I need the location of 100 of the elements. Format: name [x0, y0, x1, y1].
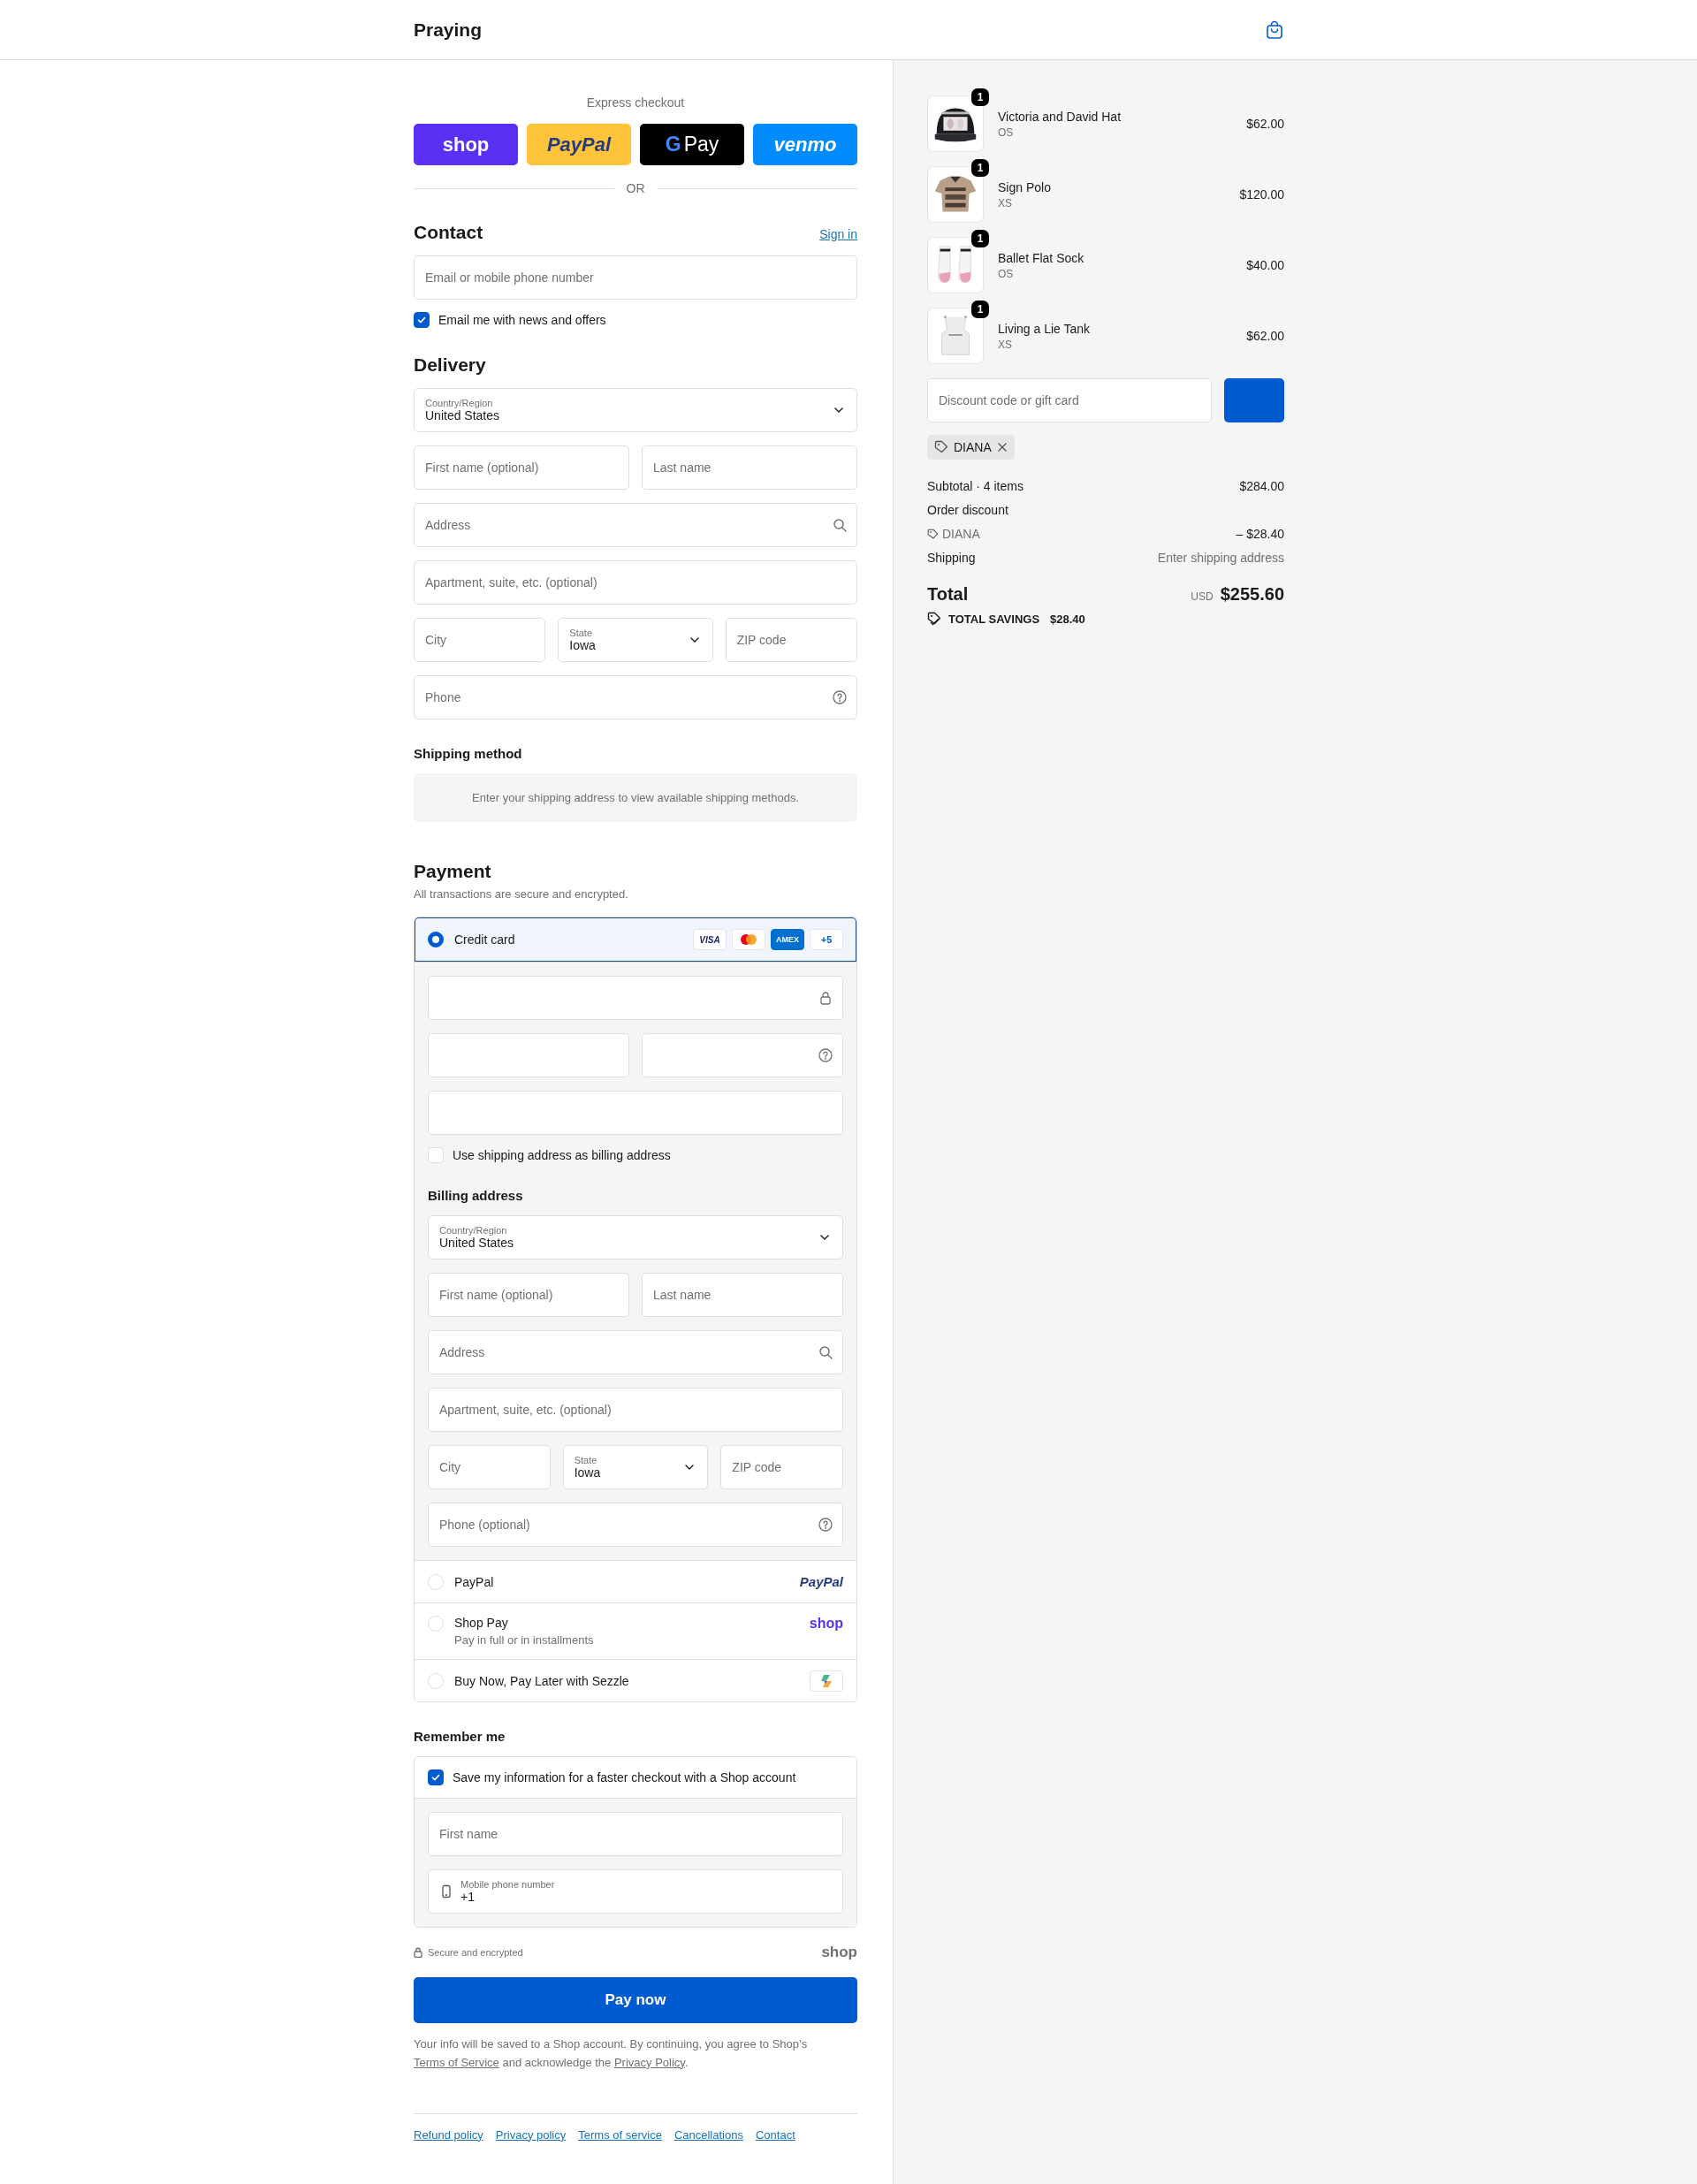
field-value: Iowa: [574, 1465, 602, 1480]
product-price: $62.00: [1246, 329, 1284, 343]
checkbox-label: Save my information for a faster checkout with a Shop account: [453, 1770, 796, 1784]
product-name: Victoria and David Hat: [998, 109, 1122, 124]
quantity-badge: 1: [971, 230, 989, 247]
discount-field[interactable]: Discount code or gift card: [927, 378, 1212, 422]
line-label: Shipping: [927, 551, 976, 565]
line-label: Order discount: [927, 503, 1008, 517]
section-subtitle: All transactions are secure and encrypted.: [414, 887, 629, 901]
currency-code: USD: [1191, 590, 1214, 603]
input-field[interactable]: [428, 976, 843, 1020]
total-label: Total: [927, 584, 969, 605]
quantity-badge: 1: [971, 159, 989, 177]
select-field[interactable]: Country/Region United States: [414, 388, 857, 432]
field-label: Country/Region: [425, 398, 494, 408]
search-icon: [818, 1345, 833, 1359]
section-title: Billing address: [428, 1188, 524, 1203]
help-icon: [818, 1518, 833, 1532]
footer-link[interactable]: Contact: [755, 2127, 795, 2142]
product-name: Sign Polo: [998, 179, 1052, 194]
footer-link[interactable]: Privacy policy: [495, 2127, 567, 2142]
field-label: State: [569, 628, 593, 638]
section-title: Delivery: [414, 354, 487, 376]
quantity-badge: 1: [971, 301, 989, 318]
input-field[interactable]: First name (optional): [414, 445, 629, 490]
shipping-notice: Enter your shipping address to view available shipping methods.: [414, 773, 857, 822]
line-value: – $28.40: [1236, 527, 1284, 541]
field-label: State: [574, 1455, 598, 1465]
paypal-button[interactable]: PayPal: [527, 124, 631, 165]
line-value: $284.00: [1239, 479, 1284, 493]
input-field[interactable]: Phone: [414, 675, 857, 719]
select-field[interactable]: State Iowa: [558, 618, 713, 662]
mobile-phone-icon: [439, 1884, 453, 1899]
line-value: Enter shipping address: [1157, 551, 1284, 565]
checkmark-icon: [416, 315, 427, 325]
option-sublabel: Pay in full or in installments: [454, 1633, 595, 1647]
payment-option[interactable]: Credit card VISA AMEX +5: [415, 917, 856, 962]
option-label: Buy Now, Pay Later with Sezzle: [454, 1673, 630, 1688]
lock-icon: [414, 1947, 422, 1958]
close-icon[interactable]: [996, 442, 1008, 453]
sign-in-link[interactable]: Sign in: [819, 227, 857, 241]
shop-logo: shop: [821, 1944, 857, 1961]
phone-field[interactable]: Mobile phone number +1: [428, 1869, 843, 1914]
input-field[interactable]: City: [428, 1445, 551, 1489]
shop-logo: shop: [809, 1616, 843, 1632]
input-field[interactable]: [428, 1033, 629, 1077]
select-field[interactable]: State Iowa: [562, 1445, 709, 1489]
help-icon: [833, 690, 847, 704]
checkbox-label: Use shipping address as billing address: [453, 1148, 671, 1162]
shop-button[interactable]: shop: [414, 124, 518, 165]
more-cards-badge: +5: [810, 929, 843, 950]
link[interactable]: Privacy Policy: [613, 2055, 685, 2069]
input-field[interactable]: Last name: [642, 445, 857, 490]
input-field[interactable]: Email or mobile phone number: [414, 255, 857, 300]
payment-option[interactable]: Buy Now, Pay Later with Sezzle: [415, 1659, 856, 1701]
input-field[interactable]: Phone (optional): [428, 1503, 843, 1547]
footer-link[interactable]: Refund policy: [414, 2127, 483, 2142]
select-field[interactable]: Country/Region United States: [428, 1215, 843, 1259]
input-field[interactable]: ZIP code: [720, 1445, 843, 1489]
product-name: Ballet Flat Sock: [998, 250, 1085, 265]
input-field[interactable]: First name (optional): [428, 1273, 629, 1317]
section-label: Express checkout: [585, 95, 686, 110]
radio-button[interactable]: [428, 932, 444, 947]
footer-link[interactable]: Cancellations: [673, 2127, 743, 2142]
footer-link[interactable]: Terms of service: [578, 2127, 662, 2142]
input-field[interactable]: Address: [428, 1330, 843, 1374]
google-pay-button[interactable]: G Pay: [640, 124, 744, 165]
secure-note: Secure and encrypted: [428, 1947, 523, 1958]
input-field[interactable]: [642, 1033, 843, 1077]
section-title: Remember me: [414, 1729, 506, 1744]
savings-value: $28.40: [1050, 612, 1085, 626]
checkbox[interactable]: [414, 312, 430, 328]
shopping-bag-icon[interactable]: [1266, 19, 1283, 40]
input-field[interactable]: Last name: [642, 1273, 843, 1317]
product-price: $40.00: [1246, 258, 1284, 272]
legal-text: Your info will be saved to a Shop account. By continuing, you agree to Shop’s Terms of Service and acknowledge the Privacy Policy.: [414, 2036, 809, 2071]
product-name: Living a Lie Tank: [998, 321, 1092, 336]
store-name[interactable]: Praying: [414, 19, 483, 41]
product-variant: XS: [998, 338, 1013, 351]
input-field[interactable]: Apartment, suite, etc. (optional): [428, 1388, 843, 1432]
tag-icon: [927, 528, 939, 540]
product-price: $62.00: [1246, 117, 1284, 131]
input-field[interactable]: City: [414, 618, 546, 662]
section-title: Contact: [414, 222, 483, 243]
input-field[interactable]: Apartment, suite, etc. (optional): [414, 560, 857, 605]
pay-now-button[interactable]: Pay now: [414, 1977, 857, 2023]
apply-button[interactable]: [1224, 378, 1284, 422]
product-variant: XS: [998, 196, 1013, 209]
card-logo: VISA: [693, 929, 727, 950]
input-field[interactable]: First name: [428, 1812, 843, 1856]
quantity-badge: 1: [971, 88, 989, 106]
link[interactable]: Terms of Service: [414, 2055, 499, 2069]
venmo-button[interactable]: venmo: [753, 124, 857, 165]
product-variant: OS: [998, 126, 1015, 139]
checkbox[interactable]: [428, 1769, 444, 1785]
input-field[interactable]: Address: [414, 503, 857, 547]
input-field[interactable]: ZIP code: [725, 618, 857, 662]
savings-label: TOTAL SAVINGS: [948, 612, 1040, 626]
input-field[interactable]: [428, 1091, 843, 1135]
lock-icon: [818, 991, 833, 1005]
